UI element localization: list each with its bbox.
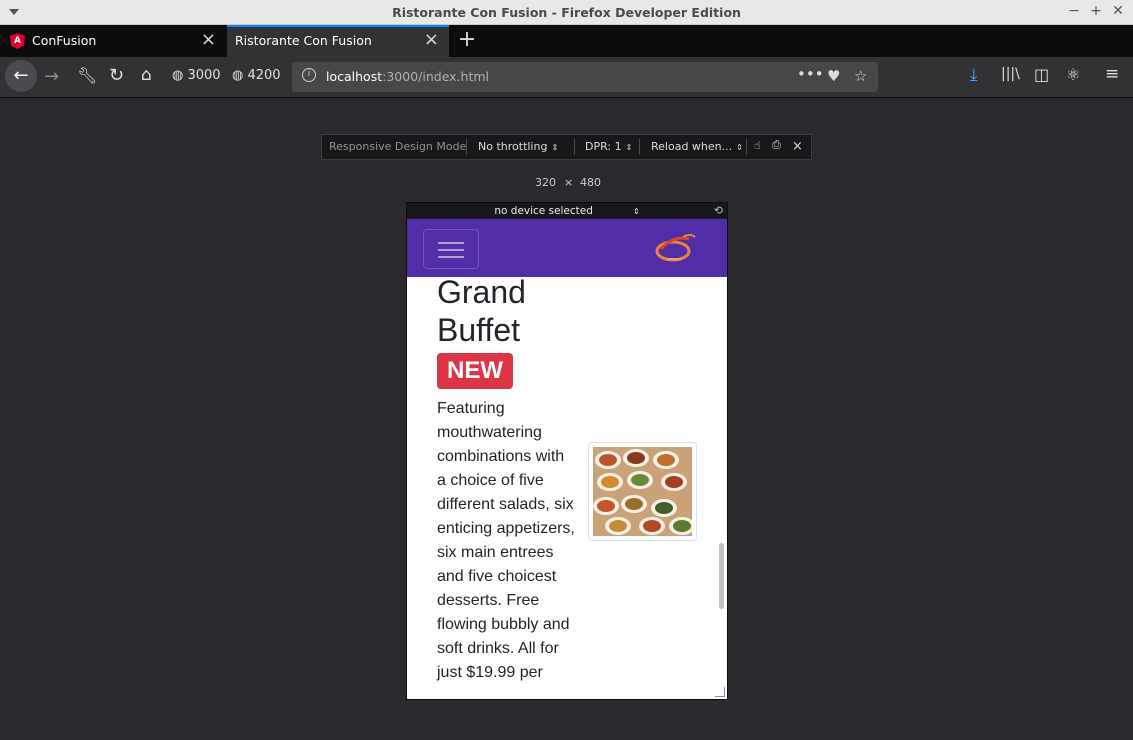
device-selector-bar: no device selected ⇕ ⟲ (407, 203, 727, 219)
hamburger-menu-icon[interactable]: ≡ (1105, 64, 1119, 84)
select-arrow-icon: ⇕ (551, 143, 559, 152)
wrench-icon[interactable]: 🔧︎ (77, 66, 97, 85)
page-content: Grand Buffet NEW Featuring mouthwatering… (407, 277, 727, 699)
close-rdm-icon[interactable]: × (792, 139, 803, 154)
url-text[interactable]: localhost:3000/index.html (326, 69, 489, 84)
close-tab-icon[interactable]: × (201, 29, 216, 50)
dpr-value: DPR: 1 (585, 140, 622, 153)
separator (746, 139, 747, 155)
scrollbar-thumb[interactable] (719, 543, 724, 609)
device-selector[interactable]: no device selected ⇕ (407, 205, 727, 217)
rdm-toolbar: Responsive Design Mode No throttling ⇕ DP… (321, 134, 812, 160)
bookmark-3000[interactable]: ◍ 3000 (172, 68, 221, 83)
select-arrow-icon: ⇕ (736, 143, 743, 152)
home-button[interactable]: ⌂ (141, 65, 152, 85)
window-titlebar: Ristorante Con Fusion - Firefox Develope… (0, 0, 1133, 25)
bookmark-label: 4200 (247, 68, 281, 83)
globe-icon: ◍ (232, 68, 244, 83)
library-icon[interactable]: |||\ (1001, 66, 1020, 82)
dish-description: Featuring mouthwatering combinations wit… (437, 400, 575, 681)
minimize-button[interactable]: − (1066, 3, 1082, 19)
bookmark-label: 3000 (187, 68, 221, 83)
separator (466, 139, 467, 155)
back-button[interactable]: ← (5, 60, 37, 92)
forward-button[interactable]: → (44, 66, 59, 87)
dish-title: Grand Buffet (437, 277, 526, 348)
rotate-icon[interactable]: ⟲ (714, 204, 723, 217)
hamburger-bar (438, 242, 464, 244)
new-tab-button[interactable]: + (456, 27, 478, 52)
buffet-photo (593, 447, 692, 536)
separator (574, 139, 575, 155)
angular-icon: A (10, 33, 25, 49)
bookmark-4200[interactable]: ◍ 4200 (232, 68, 281, 83)
close-tab-icon[interactable]: × (424, 29, 439, 50)
reload-select[interactable]: Reload when... ⇕ (651, 140, 743, 153)
resize-handle[interactable] (715, 687, 725, 697)
nav-toolbar: ← → 🔧︎ ↻ ⌂ ◍ 3000 ◍ 4200 i localhost:300… (0, 57, 1133, 98)
device-viewport: no device selected ⇕ ⟲ Grand Buffet NEW F… (406, 202, 728, 700)
rdm-title: Responsive Design Mode (329, 140, 467, 153)
tab-label: ConFusion (32, 33, 97, 48)
url-host: localhost (326, 69, 383, 84)
restaurant-logo[interactable] (653, 231, 697, 265)
downloads-icon[interactable]: ⤓ (970, 65, 978, 85)
close-window-button[interactable]: ✕ (1110, 3, 1126, 19)
hamburger-bar (438, 249, 464, 251)
screenshot-icon[interactable]: ⎙ (772, 138, 781, 152)
tab-strip: A ConFusion × Ristorante Con Fusion × + (0, 25, 1133, 57)
url-bar[interactable]: i localhost:3000/index.html ••• ♥︎ ☆ (292, 62, 878, 92)
throttling-select[interactable]: No throttling ⇕ (478, 140, 558, 153)
bookmark-star-icon[interactable]: ☆ (854, 67, 867, 85)
buffet-image (588, 442, 697, 541)
tab-confusion[interactable]: A ConFusion × (0, 25, 226, 57)
select-arrow-icon: ⇕ (625, 143, 633, 152)
tab-label: Ristorante Con Fusion (235, 33, 372, 48)
hamburger-bar (438, 256, 464, 258)
select-arrow-icon: ⇕ (632, 207, 640, 216)
viewport-height[interactable]: 480 (580, 176, 601, 189)
touch-simulation-icon[interactable]: ☝︎ (754, 139, 761, 152)
dimension-separator: × (564, 176, 574, 189)
globe-icon: ◍ (172, 68, 184, 83)
dpr-select[interactable]: DPR: 1 ⇕ (585, 140, 632, 153)
new-badge: NEW (437, 353, 513, 389)
tab-ristorante[interactable]: Ristorante Con Fusion × (227, 25, 449, 57)
viewport-width[interactable]: 320 (535, 176, 556, 189)
reload-value: Reload when... (651, 140, 733, 153)
pocket-icon[interactable]: ♥︎ (827, 67, 840, 85)
reload-button[interactable]: ↻ (109, 65, 124, 86)
site-navbar (407, 219, 727, 277)
navbar-toggler-button[interactable] (423, 229, 479, 269)
url-path: :3000/index.html (382, 69, 490, 84)
window-title: Ristorante Con Fusion - Firefox Develope… (392, 5, 741, 20)
sidebar-icon[interactable]: ◫ (1034, 65, 1049, 84)
react-devtools-icon[interactable]: ⚛ (1066, 65, 1080, 84)
separator (639, 139, 640, 155)
site-info-icon[interactable]: i (302, 68, 316, 82)
device-value: no device selected (494, 205, 593, 217)
page-actions-icon[interactable]: ••• (797, 65, 824, 83)
maximize-button[interactable]: + (1088, 3, 1104, 19)
throttling-value: No throttling (478, 140, 548, 153)
